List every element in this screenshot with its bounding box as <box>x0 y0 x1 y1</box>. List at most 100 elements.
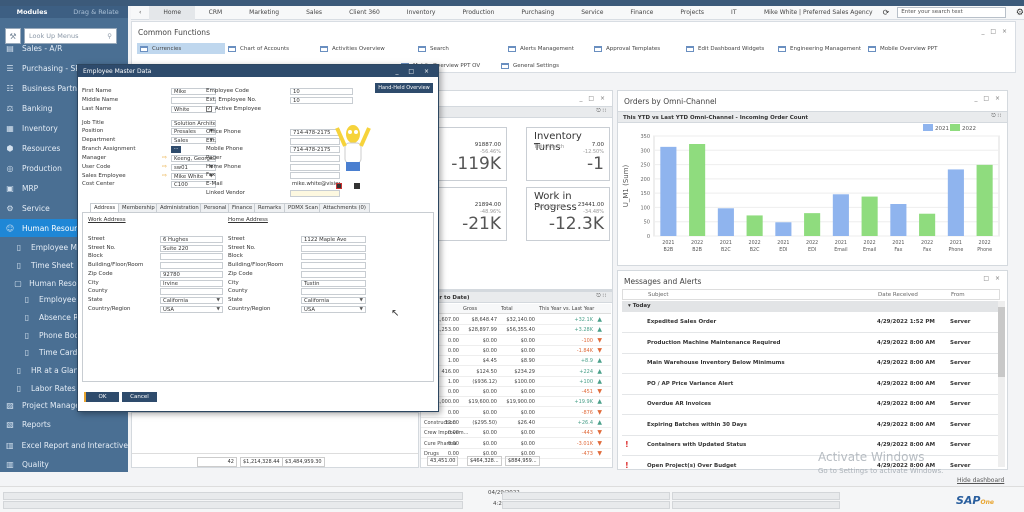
nav-tab-finance[interactable]: Finance <box>617 6 667 20</box>
sidebar-item-reports[interactable]: ▧ Reports <box>0 415 128 433</box>
table-row[interactable]: Construction 12.00 ($295.50) $26.40 +26.4 ▲ <box>421 418 611 428</box>
sidebar-item-quality[interactable]: ▥ Quality <box>0 455 128 473</box>
bar-2022-phone[interactable] <box>976 164 993 236</box>
refresh-icon[interactable]: ⟳ <box>883 8 890 17</box>
work-country-region-field[interactable]: USA ▼ <box>160 306 223 313</box>
messages-group-today[interactable]: ▾ Today <box>622 301 998 312</box>
sidebar-item-sales-a-r[interactable]: ▤ Sales - A/R <box>0 39 128 57</box>
work-building-floor-room-field[interactable] <box>160 262 223 269</box>
panel-window-controls[interactable]: _ □ × <box>974 95 1002 102</box>
link-arrow-icon[interactable]: ⇨ <box>162 154 167 161</box>
common-function-currencies[interactable]: Currencies <box>137 43 225 54</box>
kpi-card[interactable]: Inventory Turns This Month 7.00 -12.50% -1 <box>526 127 610 181</box>
nav-tab-home[interactable]: Home <box>149 5 196 20</box>
table-row[interactable]: 1.00 $4.45 $8.90 +8.9 ▲ <box>421 356 611 367</box>
panel-window-controls[interactable]: _ □ × <box>579 95 607 102</box>
photo-browse-icon[interactable] <box>354 183 360 189</box>
share-expand-icon[interactable]: ⎋ ∷ <box>991 113 1001 120</box>
field-linked-vendor[interactable] <box>290 190 340 197</box>
table-row[interactable]: Cure Pharma 0.00 $0.00 $0.00 -3.01K ▼ <box>421 439 611 449</box>
nav-tab-service[interactable]: Service <box>568 6 617 20</box>
table-row[interactable]: 416.00 $124.50 $234.29 +224 ▲ <box>421 367 611 377</box>
hide-dashboard-link[interactable]: Hide dashboard <box>957 477 1004 484</box>
link-arrow-icon[interactable]: ⇨ <box>162 172 167 179</box>
tab-drag-relate[interactable]: Drag & Relate <box>64 8 128 16</box>
work-street-field[interactable]: 6 Hughes <box>160 236 223 243</box>
table-row[interactable]: 1,607.00 $8,648.47 $32,140.00 +32.1K ▲ <box>421 315 611 325</box>
hand-held-overview-button[interactable]: Hand-Held Overview <box>375 83 433 93</box>
work-county-field[interactable] <box>160 288 223 295</box>
home-country-region-field[interactable]: USA ▼ <box>301 306 366 313</box>
home-city-field[interactable]: Tustin <box>301 280 366 287</box>
tab-finance[interactable]: Finance <box>228 203 257 212</box>
tab-attachments-0-[interactable]: Attachments (0) <box>319 203 370 212</box>
common-function-general-settings[interactable]: General Settings <box>498 60 559 71</box>
common-function-chart-of-accounts[interactable]: Chart of Accounts <box>225 43 289 54</box>
message-row[interactable]: Production Machine Maintenance Required 4… <box>622 334 998 354</box>
bar-2022-b2c[interactable] <box>746 215 763 236</box>
bar-2022-b2b[interactable] <box>689 144 706 236</box>
bar-2021-b2c[interactable] <box>717 208 734 236</box>
nav-tab-client-360[interactable]: Client 360 <box>336 6 394 20</box>
common-function-activities-overview[interactable]: Activities Overview <box>317 43 385 54</box>
home-street-no--field[interactable] <box>301 245 366 252</box>
message-row[interactable]: Expiring Batches within 30 Days 4/29/2022… <box>622 416 998 436</box>
ok-button[interactable]: OK <box>84 392 119 402</box>
photo-delete-icon[interactable] <box>336 183 342 189</box>
active-employee-checkbox[interactable]: ✓ <box>206 106 212 112</box>
field-employee-code[interactable]: 10 <box>290 88 353 95</box>
work-zip-code-field[interactable]: 92780 <box>160 271 223 278</box>
common-function-approval-templates[interactable]: Approval Templates <box>591 43 660 54</box>
work-street-no--field[interactable]: Suite 220 <box>160 245 223 252</box>
message-row[interactable]: ! Containers with Updated Status 4/29/2022… <box>622 436 998 456</box>
home-building-floor-room-field[interactable] <box>301 262 366 269</box>
home-street-field[interactable]: 1122 Maple Ave <box>301 236 366 243</box>
table-row[interactable]: 1,000.00 $19,600.00 $19,900.00 +19.9K ▲ <box>421 397 611 408</box>
message-row[interactable]: PO / AP Price Variance Alert 4/29/2022 8:… <box>622 375 998 395</box>
nav-tab-sales[interactable]: Sales <box>293 6 336 20</box>
gear-icon[interactable]: ⚙ <box>1016 8 1024 18</box>
share-expand-icon[interactable]: ⎋ ∷ <box>596 293 606 300</box>
bar-2022-fax[interactable] <box>919 213 936 236</box>
table-row[interactable]: 1,253.00 $28,897.99 $56,355.40 +3.28K ▲ <box>421 325 611 336</box>
table-row[interactable]: 0.00 $0.00 $0.00 -100 ▼ <box>421 336 611 346</box>
nav-tab-purchasing[interactable]: Purchasing <box>508 6 568 20</box>
common-function-alerts-management[interactable]: Alerts Management <box>505 43 574 54</box>
tab-pdmx-scan[interactable]: PDMX Scan <box>284 203 323 212</box>
sidebar-item-excel-report-and-interactive[interactable]: ▥ Excel Report and Interactive <box>0 436 128 454</box>
global-search-input[interactable]: Enter your search text <box>897 7 1006 18</box>
field-job-title[interactable]: Solution Architec <box>171 120 216 127</box>
home-county-field[interactable] <box>301 288 366 295</box>
field-e-mail[interactable]: mike.white@vision3 <box>290 181 340 188</box>
table-row[interactable]: 0.00 $0.00 $0.00 -451 ▼ <box>421 387 611 398</box>
tab-address[interactable]: Address <box>90 203 120 212</box>
bar-2021-phone[interactable] <box>947 169 964 236</box>
bar-2021-b2b[interactable] <box>660 146 677 236</box>
messages-scrollbar[interactable] <box>998 301 1005 467</box>
message-row[interactable]: Overdue AR Invoices 4/29/2022 8:00 AM Serv… <box>622 395 998 415</box>
bar-2021-edi[interactable] <box>775 222 792 236</box>
nav-tab-projects[interactable]: Projects <box>667 6 718 20</box>
message-row[interactable]: Expedited Sales Order 4/29/2022 1:52 PM Se… <box>622 313 998 333</box>
tab-administration[interactable]: Administration <box>156 203 203 212</box>
bar-2022-edi[interactable] <box>804 213 821 236</box>
nav-tab-production[interactable]: Production <box>449 6 508 20</box>
cancel-button[interactable]: Cancel <box>122 392 157 402</box>
table-row[interactable]: 0.00 $0.00 $0.00 -1.84K ▼ <box>421 346 611 356</box>
bar-2021-fax[interactable] <box>890 204 907 236</box>
nav-back-chevron-icon[interactable]: ‹ <box>131 6 149 20</box>
link-arrow-icon[interactable]: ⇨ <box>162 163 167 170</box>
panel-window-controls[interactable]: □ × <box>983 275 1002 282</box>
message-row[interactable]: Main Warehouse Inventory Below Minimums 4… <box>622 354 998 374</box>
common-function-mobile-overview-ppt[interactable]: Mobile Overview PPT <box>865 43 937 54</box>
table-row[interactable]: Crew Improvem... 0.00 $0.00 $0.00 -443 ▼ <box>421 428 611 439</box>
dialog-window-controls[interactable]: _ □ × <box>395 68 433 75</box>
bar-2021-email[interactable] <box>832 194 849 236</box>
table-row[interactable]: 0.00 $0.00 $0.00 -876 ▼ <box>421 408 611 418</box>
work-block-field[interactable] <box>160 253 223 260</box>
share-expand-icon[interactable]: ⎋ ∷ <box>596 108 606 115</box>
tab-personal[interactable]: Personal <box>200 203 231 212</box>
bar-2022-email[interactable] <box>861 196 878 236</box>
home-block-field[interactable] <box>301 253 366 260</box>
table-row[interactable]: 1.00 ($936.12) $100.00 +100 ▲ <box>421 377 611 387</box>
